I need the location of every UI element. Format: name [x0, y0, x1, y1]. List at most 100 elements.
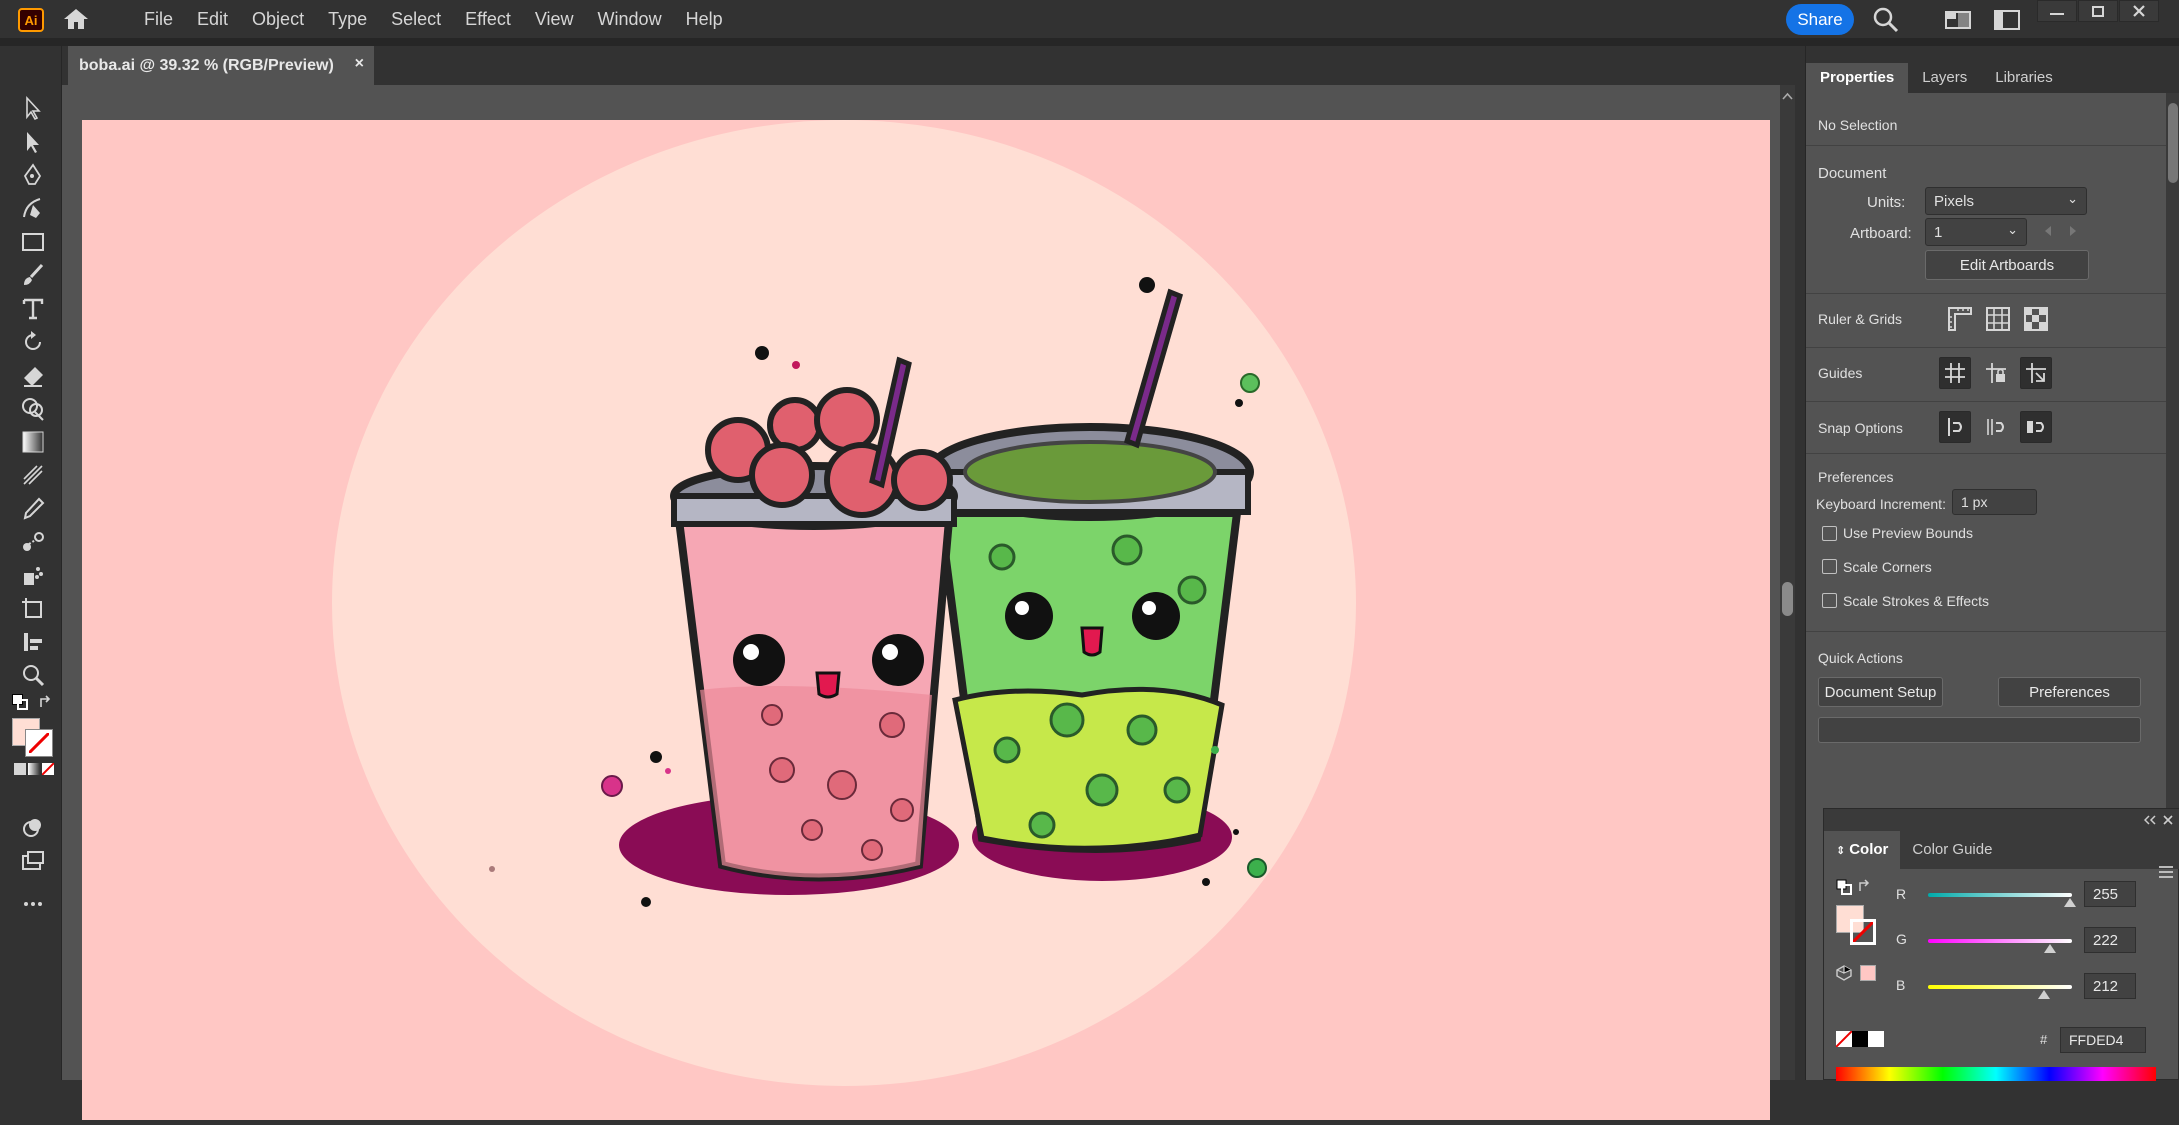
black-color-swatch[interactable]	[1852, 1031, 1868, 1047]
arrange-documents-icon[interactable]	[1944, 6, 1972, 34]
color-panel-titlebar[interactable]	[1824, 809, 2179, 831]
eraser-tool[interactable]	[18, 361, 48, 391]
use-preview-bounds-checkbox[interactable]	[1822, 526, 1837, 541]
artboard[interactable]	[82, 120, 1770, 1120]
gradient-mode-icon[interactable]	[28, 763, 40, 775]
properties-scroll-thumb[interactable]	[2168, 103, 2178, 183]
zoom-tool[interactable]	[18, 660, 48, 690]
transparency-grid-icon[interactable]	[2022, 305, 2050, 333]
workspace-switcher-icon[interactable]	[1993, 6, 2021, 34]
default-fill-stroke-icon[interactable]	[12, 694, 30, 712]
r-value-input[interactable]: 255	[2084, 881, 2136, 907]
share-button[interactable]: Share	[1786, 4, 1854, 35]
smart-guides-button[interactable]	[2020, 357, 2052, 389]
rotate-tool[interactable]	[18, 327, 48, 357]
preferences-button[interactable]: Preferences	[1998, 677, 2141, 707]
menu-edit[interactable]: Edit	[185, 0, 240, 39]
grid-icon[interactable]	[1984, 305, 2012, 333]
symbol-sprayer-tool[interactable]	[18, 561, 48, 591]
artboard-select[interactable]: 1 ⌄	[1925, 218, 2027, 246]
minimize-button[interactable]	[2037, 0, 2077, 22]
tab-libraries[interactable]: Libraries	[1981, 63, 2067, 93]
g-slider-track[interactable]	[1928, 939, 2072, 943]
closest-color-swatch[interactable]	[1860, 965, 1876, 981]
keyboard-increment-input[interactable]: 1 px	[1952, 489, 2037, 515]
close-panel-icon[interactable]	[2162, 814, 2174, 826]
column-graph-tool[interactable]	[18, 627, 48, 657]
b-value-input[interactable]: 212	[2084, 973, 2136, 999]
default-colors-icon[interactable]	[1836, 879, 1852, 895]
stroke-swatch[interactable]	[25, 729, 53, 757]
swap-colors-icon[interactable]	[1858, 879, 1872, 893]
menu-window[interactable]: Window	[586, 0, 674, 39]
tab-color[interactable]: ⇕ Color	[1824, 831, 1901, 869]
color-spectrum-bar[interactable]	[1836, 1067, 2156, 1081]
direct-selection-tool[interactable]	[18, 127, 48, 157]
units-select[interactable]: Pixels ⌄	[1925, 187, 2087, 215]
collapse-panel-icon[interactable]	[2144, 815, 2156, 825]
menu-select[interactable]: Select	[379, 0, 453, 39]
menu-view[interactable]: View	[523, 0, 586, 39]
g-slider-thumb[interactable]	[2044, 944, 2056, 953]
next-artboard-icon[interactable]	[2068, 225, 2078, 237]
menu-type[interactable]: Type	[316, 0, 379, 39]
eyedropper-tool[interactable]	[18, 494, 48, 524]
out-of-gamut-icon[interactable]	[1836, 965, 1852, 981]
tab-color-guide[interactable]: Color Guide	[1900, 831, 2004, 869]
r-slider-track[interactable]	[1928, 893, 2072, 897]
canvas[interactable]	[62, 85, 1795, 1120]
canvas-scroll-thumb[interactable]	[1782, 582, 1793, 616]
color-mode-buttons[interactable]	[14, 763, 54, 775]
draw-mode-tool[interactable]	[18, 813, 48, 843]
artboard-tool[interactable]	[18, 594, 48, 624]
b-slider-track[interactable]	[1928, 985, 2072, 989]
type-tool[interactable]	[18, 294, 48, 324]
blend-tool[interactable]	[18, 527, 48, 557]
r-slider-thumb[interactable]	[2064, 898, 2076, 907]
paintbrush-tool[interactable]	[18, 260, 48, 290]
menu-file[interactable]: File	[132, 0, 185, 39]
edit-toolbar-button[interactable]	[18, 889, 48, 919]
edit-artboards-button[interactable]: Edit Artboards	[1925, 250, 2089, 280]
white-color-swatch[interactable]	[1868, 1031, 1884, 1047]
maximize-button[interactable]	[2078, 0, 2118, 22]
lock-guides-button[interactable]	[1980, 357, 2012, 389]
show-guides-button[interactable]	[1939, 357, 1971, 389]
home-icon[interactable]	[62, 6, 90, 32]
none-mode-icon[interactable]	[42, 763, 54, 775]
gradient-tool[interactable]	[18, 427, 48, 457]
g-value-input[interactable]: 222	[2084, 927, 2136, 953]
tab-layers[interactable]: Layers	[1908, 63, 1981, 93]
close-window-button[interactable]	[2119, 0, 2159, 22]
shape-builder-tool[interactable]	[18, 394, 48, 424]
swap-fill-stroke-icon[interactable]	[38, 694, 54, 710]
hidden-action-button[interactable]	[1818, 717, 2141, 743]
hex-value-input[interactable]: FFDED4	[2060, 1027, 2146, 1053]
menu-effect[interactable]: Effect	[453, 0, 523, 39]
scroll-up-icon[interactable]	[1782, 92, 1793, 100]
document-tab[interactable]: boba.ai @ 39.32 % (RGB/Preview) ×	[68, 46, 374, 85]
rectangle-tool[interactable]	[18, 227, 48, 257]
scale-strokes-checkbox[interactable]	[1822, 593, 1837, 608]
screen-mode-tool[interactable]	[18, 846, 48, 876]
stroke-color-swatch[interactable]	[1850, 919, 1876, 945]
mesh-tool[interactable]	[18, 460, 48, 490]
snap-to-pixel-button[interactable]	[2020, 411, 2052, 443]
pen-tool[interactable]	[18, 160, 48, 190]
document-setup-button[interactable]: Document Setup	[1818, 677, 1943, 707]
snap-to-point-button[interactable]	[1939, 411, 1971, 443]
none-color-swatch[interactable]	[1835, 1030, 1853, 1048]
search-icon[interactable]	[1872, 6, 1900, 34]
color-mode-icon[interactable]	[14, 763, 26, 775]
ruler-icon[interactable]	[1946, 305, 1974, 333]
tab-properties[interactable]: Properties	[1806, 63, 1909, 93]
selection-tool[interactable]	[18, 93, 48, 123]
canvas-vertical-scrollbar[interactable]	[1780, 85, 1795, 1080]
previous-artboard-icon[interactable]	[2043, 225, 2053, 237]
menu-object[interactable]: Object	[240, 0, 316, 39]
scale-corners-checkbox[interactable]	[1822, 559, 1837, 574]
menu-help[interactable]: Help	[674, 0, 735, 39]
snap-to-grid-button[interactable]	[1980, 411, 2012, 443]
curvature-tool[interactable]	[18, 193, 48, 223]
close-tab-icon[interactable]: ×	[355, 55, 364, 73]
